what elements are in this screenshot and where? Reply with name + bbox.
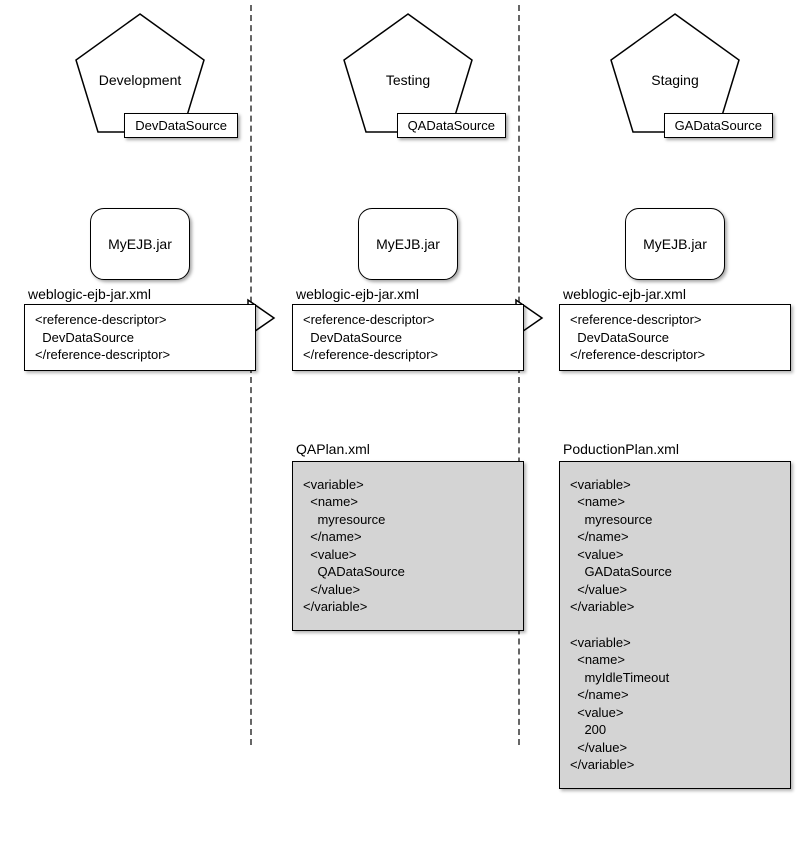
plan-filename: QAPlan.xml (296, 441, 538, 457)
reference-descriptor-box: <reference-descriptor> DevDataSource </r… (292, 304, 524, 371)
ejb-jar-box: MyEJB.jar (358, 208, 458, 280)
descriptor-filename: weblogic-ejb-jar.xml (296, 286, 538, 302)
environment-label: Staging (605, 72, 745, 88)
environment-pentagon: Testing QADataSource (338, 10, 478, 140)
descriptor-filename: weblogic-ejb-jar.xml (563, 286, 804, 302)
ejb-jar-box: MyEJB.jar (625, 208, 725, 280)
descriptor-filename: weblogic-ejb-jar.xml (28, 286, 270, 302)
datasource-box: DevDataSource (124, 113, 238, 138)
environment-label: Development (70, 72, 210, 88)
column-staging: Staging GADataSource MyEJB.jar weblogic-… (545, 0, 804, 789)
datasource-box: QADataSource (397, 113, 506, 138)
environment-pentagon: Development DevDataSource (70, 10, 210, 140)
plan-filename: PoductionPlan.xml (563, 441, 804, 457)
reference-descriptor-box: <reference-descriptor> DevDataSource </r… (24, 304, 256, 371)
column-development: Development DevDataSource MyEJB.jar webl… (10, 0, 270, 371)
plan-content-box: <variable> <name> myresource </name> <va… (559, 461, 791, 789)
reference-descriptor-box: <reference-descriptor> DevDataSource </r… (559, 304, 791, 371)
column-testing: Testing QADataSource MyEJB.jar weblogic-… (278, 0, 538, 631)
ejb-jar-box: MyEJB.jar (90, 208, 190, 280)
datasource-box: GADataSource (664, 113, 773, 138)
environment-label: Testing (338, 72, 478, 88)
plan-content-box: <variable> <name> myresource </name> <va… (292, 461, 524, 631)
environment-pentagon: Staging GADataSource (605, 10, 745, 140)
